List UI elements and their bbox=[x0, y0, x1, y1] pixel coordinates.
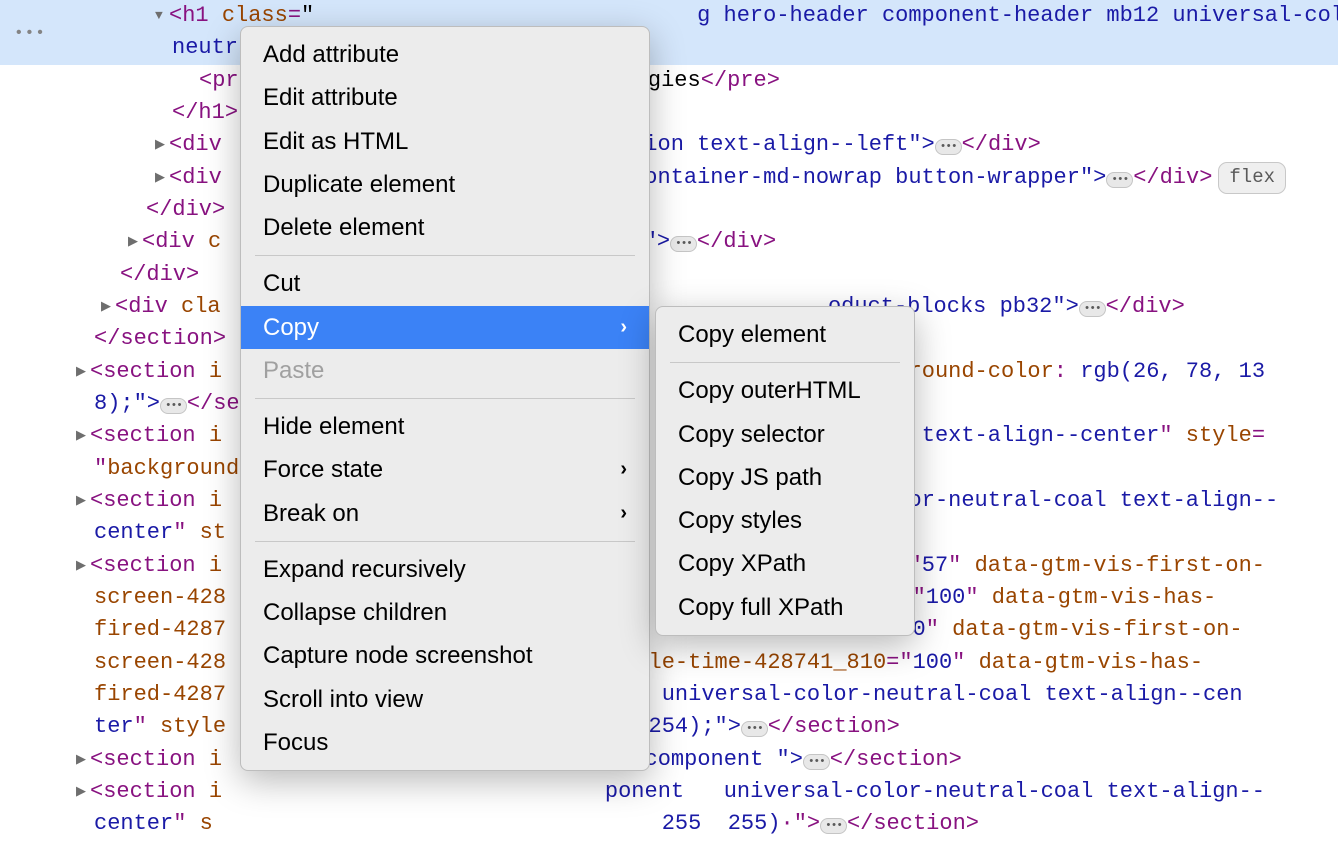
dom-node[interactable]: <section ixxxxxxxxxxxxxxxxxxxxxxxxxxxxxi… bbox=[0, 744, 1338, 776]
menu-separator bbox=[255, 255, 635, 256]
dom-node[interactable]: <divxxxxxxxxxxxxxxxxxxxxxxxxxxxxxxption … bbox=[0, 129, 1338, 161]
expand-toggle[interactable] bbox=[155, 168, 169, 187]
ellipsis-icon[interactable]: ••• bbox=[741, 721, 768, 737]
menu-delete-element[interactable]: Delete element bbox=[241, 206, 649, 249]
expand-toggle[interactable] bbox=[155, 6, 169, 25]
dom-node[interactable]: fired-4287xxxxxxxxxxxxxxxxxxxxxxxxxxxent… bbox=[0, 679, 1338, 711]
menu-capture-screenshot[interactable]: Capture node screenshot bbox=[241, 634, 649, 677]
menu-add-attribute[interactable]: Add attribute bbox=[241, 33, 649, 76]
menu-edit-attribute[interactable]: Edit attribute bbox=[241, 76, 649, 119]
devtools-elements-panel: ••• <h1 class="xxxxxxxxxxxxxxxxxxxxxxxxx… bbox=[0, 0, 1338, 814]
submenu-copy-full-xpath[interactable]: Copy full XPath bbox=[656, 586, 914, 629]
overflow-indicator[interactable]: ••• bbox=[14, 22, 46, 46]
menu-break-on[interactable]: Break on› bbox=[241, 492, 649, 535]
ellipsis-icon[interactable]: ••• bbox=[820, 818, 847, 834]
ellipsis-icon[interactable]: ••• bbox=[803, 754, 830, 770]
dom-node[interactable]: <section ixxxxxxxxxxxxxxxxxxxxxxxxxxxxxp… bbox=[0, 776, 1338, 808]
menu-edit-as-html[interactable]: Edit as HTML bbox=[241, 120, 649, 163]
submenu-copy-selector[interactable]: Copy selector bbox=[656, 413, 914, 456]
context-menu: Add attribute Edit attribute Edit as HTM… bbox=[240, 26, 650, 771]
menu-separator bbox=[670, 362, 900, 363]
expand-toggle[interactable] bbox=[76, 491, 90, 510]
submenu-copy-outerhtml[interactable]: Copy outerHTML bbox=[656, 369, 914, 412]
dom-node[interactable]: </div> bbox=[0, 259, 1338, 291]
submenu-copy-xpath[interactable]: Copy XPath bbox=[656, 542, 914, 585]
menu-paste: Paste bbox=[241, 349, 649, 392]
expand-toggle[interactable] bbox=[101, 297, 115, 316]
ellipsis-icon[interactable]: ••• bbox=[935, 139, 962, 155]
dom-node[interactable]: center" sxxxxxxxxxxxxxxxxxxxxxxxxxxxxxxx… bbox=[0, 808, 1338, 840]
menu-hide-element[interactable]: Hide element bbox=[241, 405, 649, 448]
dom-node[interactable]: </div> bbox=[0, 194, 1338, 226]
dom-node[interactable]: <div cxxxxxxxxxxxxxxxxxxxxxxxxxxxxxer ">… bbox=[0, 226, 1338, 258]
submenu-copy-js-path[interactable]: Copy JS path bbox=[656, 456, 914, 499]
expand-toggle[interactable] bbox=[76, 750, 90, 769]
chevron-right-icon: › bbox=[620, 499, 627, 528]
menu-focus[interactable]: Focus bbox=[241, 721, 649, 764]
ellipsis-icon[interactable]: ••• bbox=[670, 236, 697, 252]
submenu-copy-element[interactable]: Copy element bbox=[656, 313, 914, 356]
submenu-copy-styles[interactable]: Copy styles bbox=[656, 499, 914, 542]
flex-badge[interactable]: flex bbox=[1218, 162, 1286, 194]
dom-node[interactable]: screen-428xxxxxxxxxxxxxxxxxxxxxxxxxxxvis… bbox=[0, 647, 1338, 679]
expand-toggle[interactable] bbox=[76, 556, 90, 575]
expand-toggle[interactable] bbox=[128, 232, 142, 251]
tag-h1: h1 bbox=[182, 3, 208, 28]
selected-node-row-cont[interactable]: neutr bbox=[0, 32, 1338, 64]
dom-node[interactable]: ter" stylexxxxxxxxxxxxxxxxxxxxxxxxxxxxxx… bbox=[0, 711, 1338, 743]
dom-node[interactable]: </h1> bbox=[0, 97, 1338, 129]
ellipsis-icon[interactable]: ••• bbox=[1106, 172, 1133, 188]
menu-collapse-children[interactable]: Collapse children bbox=[241, 591, 649, 634]
expand-toggle[interactable] bbox=[76, 782, 90, 801]
dom-node[interactable]: <prxxxxxxxxxxxxxxxxxxxxxxxxxxxxxoggies</… bbox=[0, 65, 1338, 97]
menu-expand-recursively[interactable]: Expand recursively bbox=[241, 548, 649, 591]
ellipsis-icon[interactable]: ••• bbox=[1079, 301, 1106, 317]
menu-duplicate-element[interactable]: Duplicate element bbox=[241, 163, 649, 206]
copy-submenu: Copy element Copy outerHTML Copy selecto… bbox=[655, 306, 915, 636]
expand-toggle[interactable] bbox=[76, 426, 90, 445]
menu-copy[interactable]: Copy› bbox=[241, 306, 649, 349]
menu-force-state[interactable]: Force state› bbox=[241, 448, 649, 491]
menu-scroll-into-view[interactable]: Scroll into view bbox=[241, 678, 649, 721]
dom-node[interactable]: <divxxxxxxxxxxxxxxxxxxxxxxxxxxxxxx-conta… bbox=[0, 162, 1338, 194]
menu-separator bbox=[255, 398, 635, 399]
menu-separator bbox=[255, 541, 635, 542]
ellipsis-icon[interactable]: ••• bbox=[160, 398, 187, 414]
expand-toggle[interactable] bbox=[155, 135, 169, 154]
selected-node-row[interactable]: <h1 class="xxxxxxxxxxxxxxxxxxxxxxxxxxxxx… bbox=[0, 0, 1338, 32]
expand-toggle[interactable] bbox=[76, 362, 90, 381]
chevron-right-icon: › bbox=[620, 455, 627, 484]
menu-cut[interactable]: Cut bbox=[241, 262, 649, 305]
chevron-right-icon: › bbox=[620, 313, 627, 342]
